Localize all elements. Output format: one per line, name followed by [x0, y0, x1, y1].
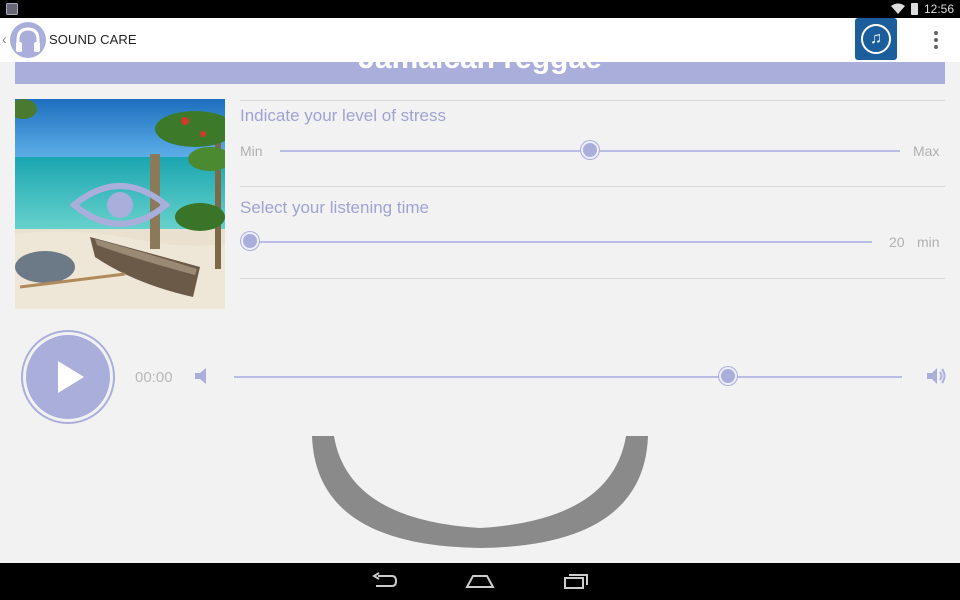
music-note-icon: ♫ [861, 24, 891, 54]
volume-slider-track[interactable] [234, 376, 902, 378]
listening-time-label: Select your listening time [240, 198, 429, 217]
genre-image [15, 99, 225, 309]
divider-top [240, 100, 945, 101]
listening-time-unit: min [917, 234, 940, 250]
stress-label: Indicate your level of stress [240, 106, 446, 125]
status-bar: 12:56 [0, 0, 960, 18]
volume-high-icon[interactable] [925, 365, 947, 387]
navigation-bar [0, 563, 960, 600]
nav-home-icon[interactable] [465, 570, 495, 592]
genre-title: Jamaican reggae [15, 62, 945, 76]
app-title: SOUND CARE [49, 32, 137, 47]
status-time: 12:56 [923, 2, 954, 16]
volume-slider-thumb[interactable] [719, 367, 738, 385]
battery-icon [910, 3, 918, 15]
divider-middle [240, 186, 945, 187]
genre-banner: Jamaican reggae [15, 62, 945, 84]
notification-icon [6, 3, 18, 15]
elapsed-time: 00:00 [135, 369, 173, 386]
music-button[interactable]: ♫ [855, 18, 897, 60]
stress-slider-thumb[interactable] [581, 141, 599, 159]
divider-bottom [240, 278, 945, 279]
decorative-arc [312, 436, 648, 548]
overflow-menu-icon[interactable] [926, 30, 946, 50]
status-bar-right: 12:56 [890, 1, 954, 17]
action-bar: ‹ SOUND CARE ♫ [0, 18, 960, 62]
listening-time-slider-thumb[interactable] [241, 232, 259, 250]
app-root: 12:56 ‹ SOUND CARE ♫ Jamaican reggae [0, 0, 960, 600]
eye-icon[interactable] [70, 177, 170, 233]
stress-max-label: Max [913, 143, 940, 159]
listening-time-slider-track[interactable] [250, 241, 872, 243]
nav-back-icon[interactable] [369, 570, 399, 592]
nav-recents-icon[interactable] [561, 570, 591, 592]
wifi-icon [890, 3, 905, 14]
headphones-logo-icon[interactable] [10, 22, 46, 58]
listening-time-value: 20 [889, 234, 905, 250]
back-chevron-icon[interactable]: ‹ [2, 31, 7, 47]
volume-low-icon[interactable] [192, 365, 214, 387]
play-button[interactable] [23, 332, 113, 422]
stress-min-label: Min [240, 143, 263, 159]
play-icon [58, 361, 84, 393]
